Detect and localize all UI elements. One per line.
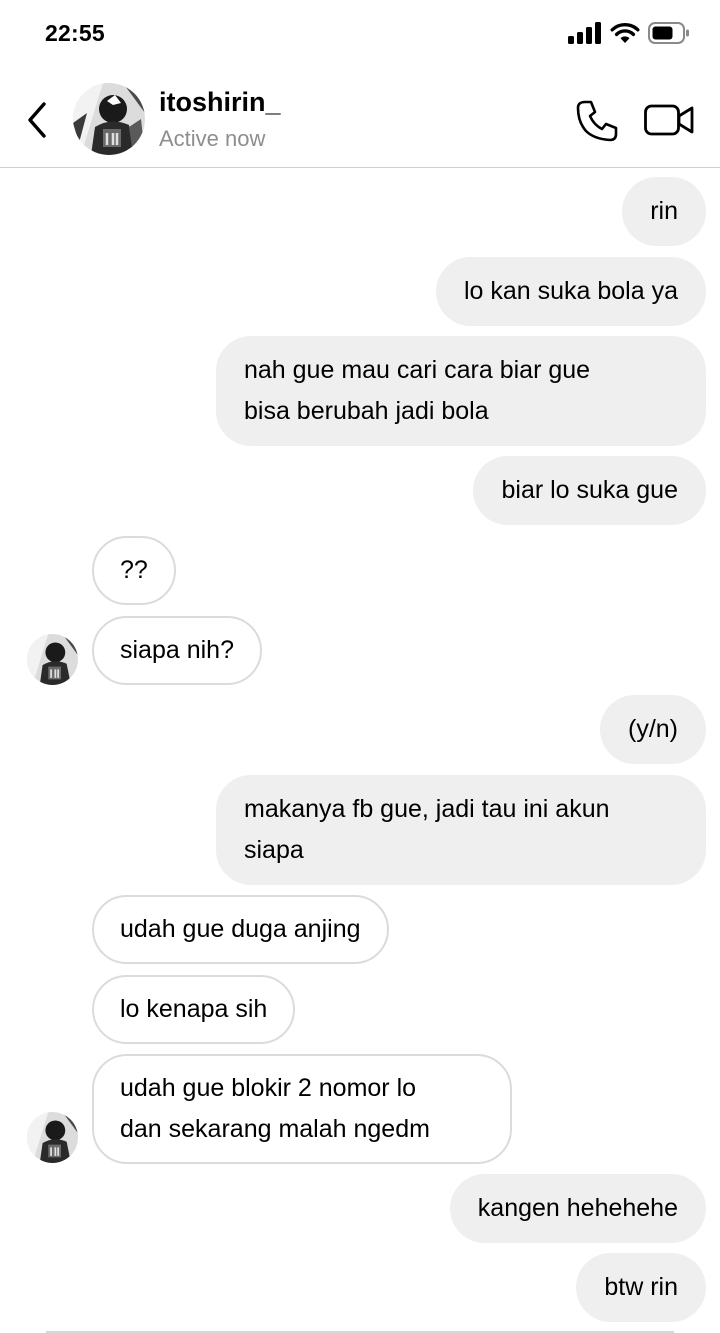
message-bubble-incoming[interactable]: siapa nih? [92,616,262,685]
phone-icon [576,100,618,142]
contact-avatar[interactable] [73,83,145,155]
message-bubble-outgoing[interactable]: rin [622,177,706,246]
message-bubble-outgoing[interactable]: lo kan suka bola ya [435,257,706,326]
avatar-picture-icon [27,1112,78,1163]
status-icons [568,22,690,44]
contact-name[interactable]: itoshirin_ [159,87,281,118]
status-time: 22:55 [45,20,105,46]
message-bubble-incoming[interactable]: lo kenapa sih [92,975,296,1044]
avatar-picture-icon [73,83,145,155]
message-bubble-outgoing[interactable]: kangen hehehehe [449,1174,706,1243]
message-bubble-outgoing[interactable]: (y/n) [600,695,706,764]
message-bubble-outgoing[interactable]: biar lo suka gue [473,456,706,525]
message-thread[interactable]: rin lo kan suka bola ya nah gue mau cari… [0,168,720,1333]
battery-icon [648,22,689,44]
message-bubble-outgoing[interactable]: makanya fb gue, jadi tau ini akun siapa [216,775,706,885]
video-camera-icon [644,104,694,136]
sender-avatar[interactable] [27,634,78,685]
status-bar: 22:55 [0,0,720,70]
message-bubble-incoming[interactable]: udah gue blokir 2 nomor lo dan sekarang … [92,1054,512,1164]
message-bubble-incoming[interactable]: udah gue duga anjing [92,895,389,964]
message-bubble-outgoing[interactable]: nah gue mau cari cara biar gue bisa beru… [216,336,706,446]
wifi-icon [610,22,640,43]
cellular-signal-icon [568,22,601,44]
back-button[interactable] [22,100,54,140]
audio-call-button[interactable] [574,98,620,144]
active-status: Active now [159,126,266,151]
message-bubble-incoming[interactable]: ?? [92,536,176,605]
message-bubble-outgoing[interactable]: btw rin [576,1253,706,1322]
chevron-left-icon [28,102,46,138]
sender-avatar[interactable] [27,1112,78,1163]
video-call-button[interactable] [643,100,695,140]
avatar-picture-icon [27,634,78,685]
chat-header: itoshirin_ Active now [0,70,720,168]
